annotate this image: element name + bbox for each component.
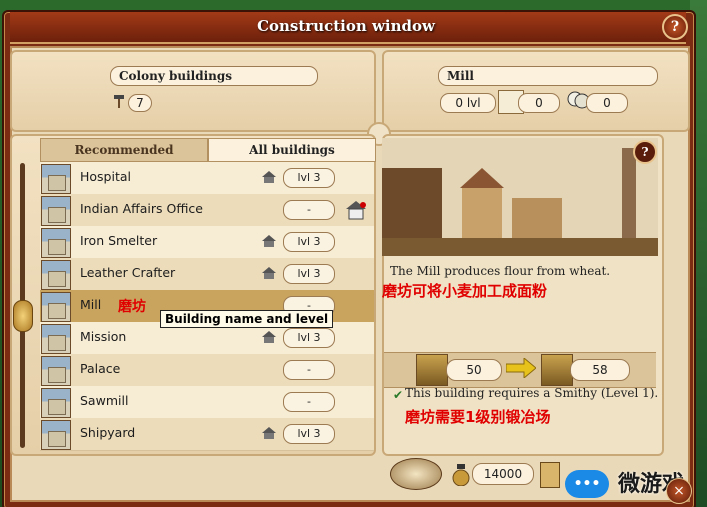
shipyard-icon <box>41 420 71 450</box>
resource-icon <box>540 462 560 488</box>
tab-recommended[interactable]: Recommended <box>40 138 208 162</box>
building-illustration <box>382 138 658 256</box>
house-icon <box>262 235 276 247</box>
building-level: - <box>283 360 335 380</box>
building-name: Leather Crafter <box>80 265 176 280</box>
selected-building-name: Mill <box>438 66 658 86</box>
house-icon <box>262 331 276 343</box>
building-name: Iron Smelter <box>80 233 158 248</box>
cost-value: 14000 <box>472 463 534 485</box>
selected-building-level: 0 lvl <box>440 93 496 113</box>
building-name: Mission <box>80 329 127 344</box>
flour-icon <box>541 354 573 386</box>
checkmark-icon: ✔ <box>393 388 404 402</box>
building-name: Palace <box>80 361 121 376</box>
building-level: lvl 3 <box>283 232 335 252</box>
close-icon[interactable]: × <box>666 478 692 504</box>
building-name: Shipyard <box>80 425 136 440</box>
question-mark-icon[interactable]: ? <box>662 14 688 40</box>
list-item[interactable]: Hospital lvl 3 <box>40 162 374 195</box>
arrow-right-icon <box>506 358 536 378</box>
list-item[interactable]: Indian Affairs Office - <box>40 194 374 227</box>
palace-icon <box>41 356 71 386</box>
sawmill-icon <box>41 388 71 418</box>
game-window: Construction window ? Colony buildings 7… <box>0 0 707 507</box>
leather-crafter-icon <box>41 260 71 290</box>
hospital-icon <box>41 164 71 194</box>
building-name: Sawmill <box>80 393 129 408</box>
colony-building-count: 7 <box>128 94 152 112</box>
building-level: lvl 3 <box>283 328 335 348</box>
iron-smelter-icon <box>41 228 71 258</box>
hammer-icon <box>112 93 126 108</box>
list-item[interactable]: Palace - <box>40 354 374 387</box>
house-icon <box>262 267 276 279</box>
input-amount: 50 <box>446 359 502 381</box>
mill-icon <box>41 292 71 322</box>
colony-buildings-label: Colony buildings <box>110 66 318 86</box>
locked-building-icon <box>346 201 366 220</box>
building-name: Hospital <box>80 169 132 184</box>
tooltip: Building name and level <box>160 310 334 328</box>
building-level: - <box>283 200 335 220</box>
building-name: Indian Affairs Office <box>80 201 203 216</box>
building-list: Hospital lvl 3 Indian Affairs Office - I… <box>40 162 374 452</box>
building-level: - <box>283 392 335 412</box>
indian-affairs-office-icon <box>41 196 71 226</box>
building-description: The Mill produces flour from wheat. <box>390 264 611 278</box>
house-icon <box>262 171 276 183</box>
stat2-value: 0 <box>586 93 628 113</box>
info-help-icon[interactable]: ? <box>633 140 657 164</box>
tab-all-buildings[interactable]: All buildings <box>208 138 376 162</box>
output-amount: 58 <box>570 359 630 381</box>
stat1-value: 0 <box>518 93 560 113</box>
building-level: lvl 3 <box>283 264 335 284</box>
scrollbar-thumb[interactable] <box>13 300 33 332</box>
build-tools-button[interactable] <box>390 458 442 490</box>
building-level: lvl 3 <box>283 424 335 444</box>
list-item[interactable]: Shipyard lvl 3 <box>40 418 374 451</box>
building-requirement: This building requires a Smithy (Level 1… <box>405 386 659 400</box>
list-item[interactable]: Leather Crafter lvl 3 <box>40 258 374 291</box>
building-name: Mill <box>80 297 102 312</box>
wheat-icon <box>416 354 448 386</box>
house-icon <box>262 427 276 439</box>
requirement-cn: 磨坊需要1级别锻冶场 <box>405 408 551 426</box>
building-level: lvl 3 <box>283 168 335 188</box>
watermark-badge: ••• <box>565 470 609 498</box>
list-item[interactable]: Sawmill - <box>40 386 374 419</box>
colony-panel <box>10 50 376 132</box>
money-bag-icon <box>452 462 470 487</box>
description-cn: 磨坊可将小麦加工成面粉 <box>382 282 548 300</box>
mill-annotation: 磨坊 <box>118 299 146 315</box>
window-title: Construction window <box>257 17 435 35</box>
selected-building-panel <box>382 50 690 132</box>
list-item[interactable]: Iron Smelter lvl 3 <box>40 226 374 259</box>
mission-icon <box>41 324 71 354</box>
